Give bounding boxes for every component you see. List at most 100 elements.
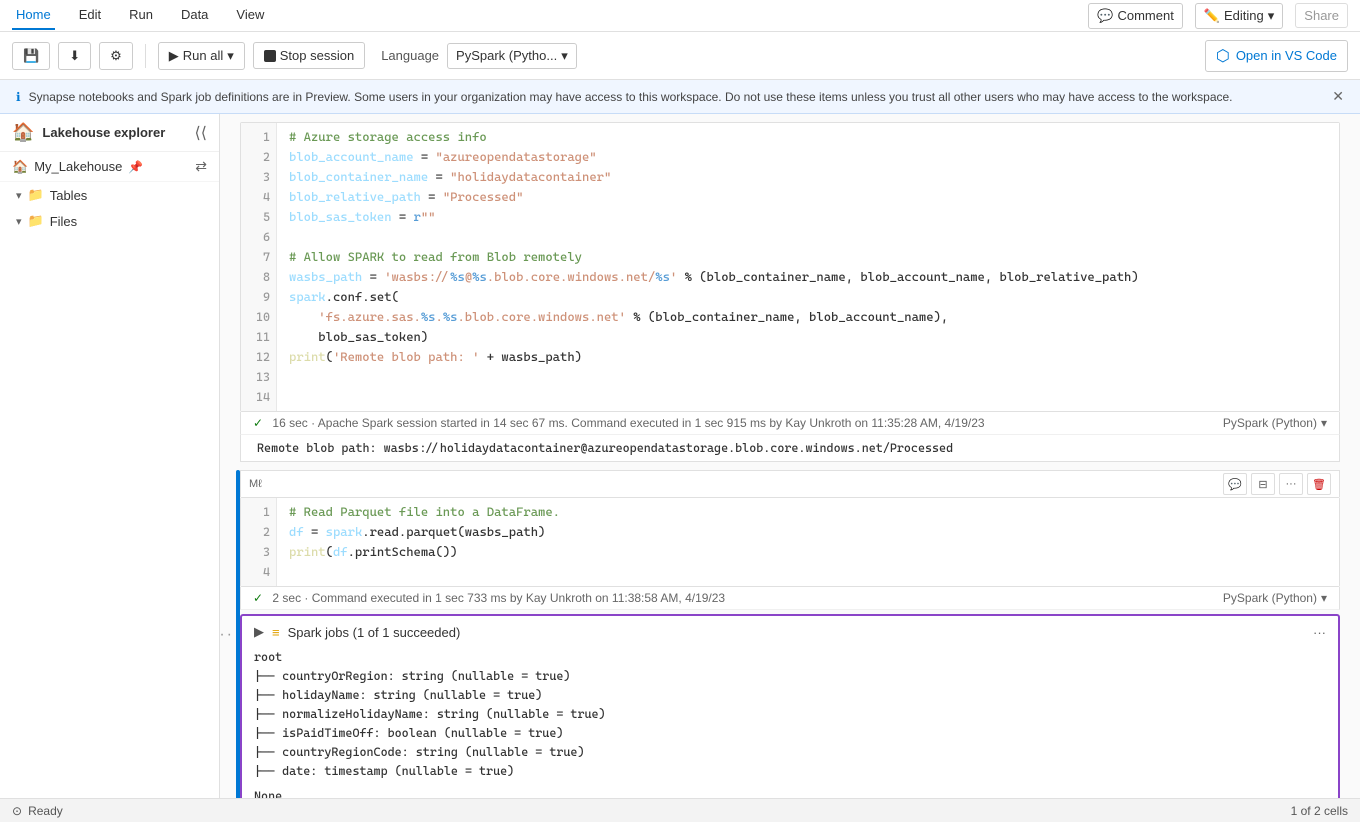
spark-jobs-header: ▶ ≡ Spark jobs (1 of 1 succeeded) ···	[254, 624, 1326, 640]
cell-2-code-lines[interactable]: # Read Parquet file into a DataFrame. df…	[277, 498, 1339, 586]
schema-root-label: root	[254, 648, 1326, 667]
chevron-down-icon: ▾	[1268, 8, 1275, 24]
cell-2-line-numbers: 1234	[241, 498, 277, 586]
chevron-icon: ▾	[16, 189, 22, 202]
spark-more-actions-button[interactable]: ···	[1313, 625, 1326, 640]
cell-1-exec-right: PySpark (Python) ▾	[1223, 416, 1327, 430]
lakehouse-explorer-icon: 🏠	[12, 122, 34, 143]
collapse-sidebar-button[interactable]: ⟨⟨	[195, 123, 207, 143]
download-icon: ⬇	[69, 48, 80, 64]
folder-icon: 📁	[28, 213, 44, 229]
schema-field-0: |-- countryOrRegion: string (nullable = …	[254, 667, 1326, 686]
cell-1-exec-info: ✓ 16 sec · Apache Spark session started …	[240, 412, 1340, 435]
language-selector[interactable]: PySpark (Pytho... ▾	[447, 43, 577, 69]
info-icon: ℹ	[16, 90, 21, 104]
main-layout: 🏠 Lakehouse explorer ⟨⟨ 🏠 My_Lakehouse 📌…	[0, 114, 1360, 798]
cell-2-ml-badge: Mℓ	[249, 478, 262, 490]
download-button[interactable]: ⬇	[58, 42, 91, 70]
folder-icon: 📁	[28, 187, 44, 203]
cell-2-add-comment-button[interactable]: 💬	[1223, 473, 1247, 495]
schema-field-2: |-- normalizeHolidayName: string (nullab…	[254, 705, 1326, 724]
cell-2-content: 1234 # Read Parquet file into a DataFram…	[241, 498, 1339, 586]
save-icon: 💾	[23, 48, 39, 64]
cell-1: 123456 789101112 1314 # Azure storage ac…	[240, 122, 1340, 462]
comment-icon: 💬	[1097, 8, 1113, 24]
vscode-icon: ⬡	[1216, 46, 1230, 66]
separator-1	[145, 44, 146, 68]
schema-field-5: |-- date: timestamp (nullable = true)	[254, 762, 1326, 781]
info-banner: ℹ Synapse notebooks and Spark job defini…	[0, 80, 1360, 114]
spark-chevron-icon[interactable]: ▶	[254, 624, 264, 640]
run-all-button[interactable]: ▶ Run all ▾	[158, 42, 245, 70]
menu-items: Home Edit Run Data View	[12, 1, 268, 30]
settings-button[interactable]: ⚙	[99, 42, 133, 70]
schema-field-1: |-- holidayName: string (nullable = true…	[254, 686, 1326, 705]
cell-2-exec-info: ✓ 2 sec · Command executed in 1 sec 733 …	[240, 587, 1340, 610]
stop-session-button[interactable]: Stop session	[253, 42, 365, 69]
cell-2-toolbar: Mℓ 💬 ⊟ ··· 🗑	[240, 470, 1340, 497]
sidebar-title: Lakehouse explorer	[42, 125, 165, 140]
pin-icon[interactable]: 📌	[128, 160, 143, 174]
cell-2: ▶ ▾ Mℓ 💬 ⊟ ··· 🗑 1234 # Read Parquet fil…	[240, 470, 1340, 798]
schema-field-4: |-- countryRegionCode: string (nullable …	[254, 743, 1326, 762]
cell-2-lang: PySpark (Python)	[1223, 591, 1317, 605]
status-bar: ⊙ Ready 1 of 2 cells	[0, 798, 1360, 822]
share-button[interactable]: Share	[1295, 3, 1348, 28]
cell-2-code: 1234 # Read Parquet file into a DataFram…	[240, 497, 1340, 587]
stop-icon	[264, 50, 276, 62]
menu-home[interactable]: Home	[12, 1, 55, 30]
status-ready-label: Ready	[28, 804, 63, 818]
swap-icon[interactable]: ⇄	[195, 158, 207, 175]
chevron-down-icon: ▾	[561, 48, 568, 64]
sidebar-item-files[interactable]: ▾ 📁 Files	[0, 208, 219, 234]
open-vscode-button[interactable]: ⬡ Open in VS Code	[1205, 40, 1348, 72]
ready-indicator-icon: ⊙	[12, 804, 22, 818]
chevron-down-icon[interactable]: ▾	[1321, 591, 1327, 605]
menu-run[interactable]: Run	[125, 1, 157, 30]
notebook-area: 123456 789101112 1314 # Azure storage ac…	[220, 114, 1360, 798]
cell-1-code-lines[interactable]: # Azure storage access info blob_account…	[277, 123, 1339, 411]
lakehouse-item: 🏠 My_Lakehouse 📌 ⇄	[0, 152, 219, 182]
save-button[interactable]: 💾	[12, 42, 50, 70]
cell-1-output: Remote blob path: wasbs://holidaydatacon…	[240, 435, 1340, 462]
sidebar-header: 🏠 Lakehouse explorer ⟨⟨	[0, 114, 219, 152]
cell-1-exec-left: ✓ 16 sec · Apache Spark session started …	[253, 416, 985, 430]
sidebar-item-tables[interactable]: ▾ 📁 Tables	[0, 182, 219, 208]
cell-1-code: 123456 789101112 1314 # Azure storage ac…	[240, 122, 1340, 412]
sidebar: 🏠 Lakehouse explorer ⟨⟨ 🏠 My_Lakehouse 📌…	[0, 114, 220, 798]
cell-2-output-box: ▶ ≡ Spark jobs (1 of 1 succeeded) ··· ro…	[240, 614, 1340, 798]
pencil-icon: ✏️	[1204, 8, 1220, 24]
schema-field-3: |-- isPaidTimeOff: boolean (nullable = t…	[254, 724, 1326, 743]
language-label: Language	[381, 48, 439, 63]
lakehouse-icon: 🏠	[12, 159, 28, 175]
spark-table-icon: ≡	[272, 625, 280, 640]
toolbar: 💾 ⬇ ⚙ ▶ Run all ▾ Stop session Language …	[0, 32, 1360, 80]
cell-1-exec-time: 16 sec · Apache Spark session started in…	[272, 416, 984, 430]
cell-2-output-container: ··· ▶ ≡ Spark jobs (1 of 1 succeeded) ··…	[240, 614, 1340, 798]
comment-button[interactable]: 💬 Comment	[1088, 3, 1183, 29]
cell-1-content: 123456 789101112 1314 # Azure storage ac…	[241, 123, 1339, 411]
menu-view[interactable]: View	[232, 1, 268, 30]
cell-1-lang: PySpark (Python)	[1223, 416, 1317, 430]
cell-2-more-button[interactable]: ···	[1279, 473, 1303, 495]
gear-icon: ⚙	[110, 48, 122, 64]
status-right: 1 of 2 cells	[1291, 804, 1348, 818]
cell-2-delete-button[interactable]: 🗑	[1307, 473, 1331, 495]
chevron-icon: ▾	[16, 215, 22, 228]
cell-2-split-button[interactable]: ⊟	[1251, 473, 1275, 495]
top-menu-bar: Home Edit Run Data View 💬 Comment ✏️ Edi…	[0, 0, 1360, 32]
cell-2-exec-left: ✓ 2 sec · Command executed in 1 sec 733 …	[253, 591, 725, 605]
menu-edit[interactable]: Edit	[75, 1, 105, 30]
lakehouse-name: 🏠 My_Lakehouse 📌	[12, 159, 143, 175]
cell-2-exec-right: PySpark (Python) ▾	[1223, 591, 1327, 605]
check-icon: ✓	[253, 416, 263, 430]
cell-1-line-numbers: 123456 789101112 1314	[241, 123, 277, 411]
cell-2-exec-time: 2 sec · Command executed in 1 sec 733 ms…	[272, 591, 725, 605]
schema-none: None	[254, 789, 1326, 798]
spark-jobs-label: Spark jobs (1 of 1 succeeded)	[288, 625, 461, 640]
chevron-down-icon[interactable]: ▾	[1321, 416, 1327, 430]
menu-data[interactable]: Data	[177, 1, 212, 30]
editing-button[interactable]: ✏️ Editing ▾	[1195, 3, 1283, 29]
cell-2-output-dots[interactable]: ···	[220, 626, 234, 644]
banner-close-button[interactable]: ✕	[1332, 88, 1344, 105]
